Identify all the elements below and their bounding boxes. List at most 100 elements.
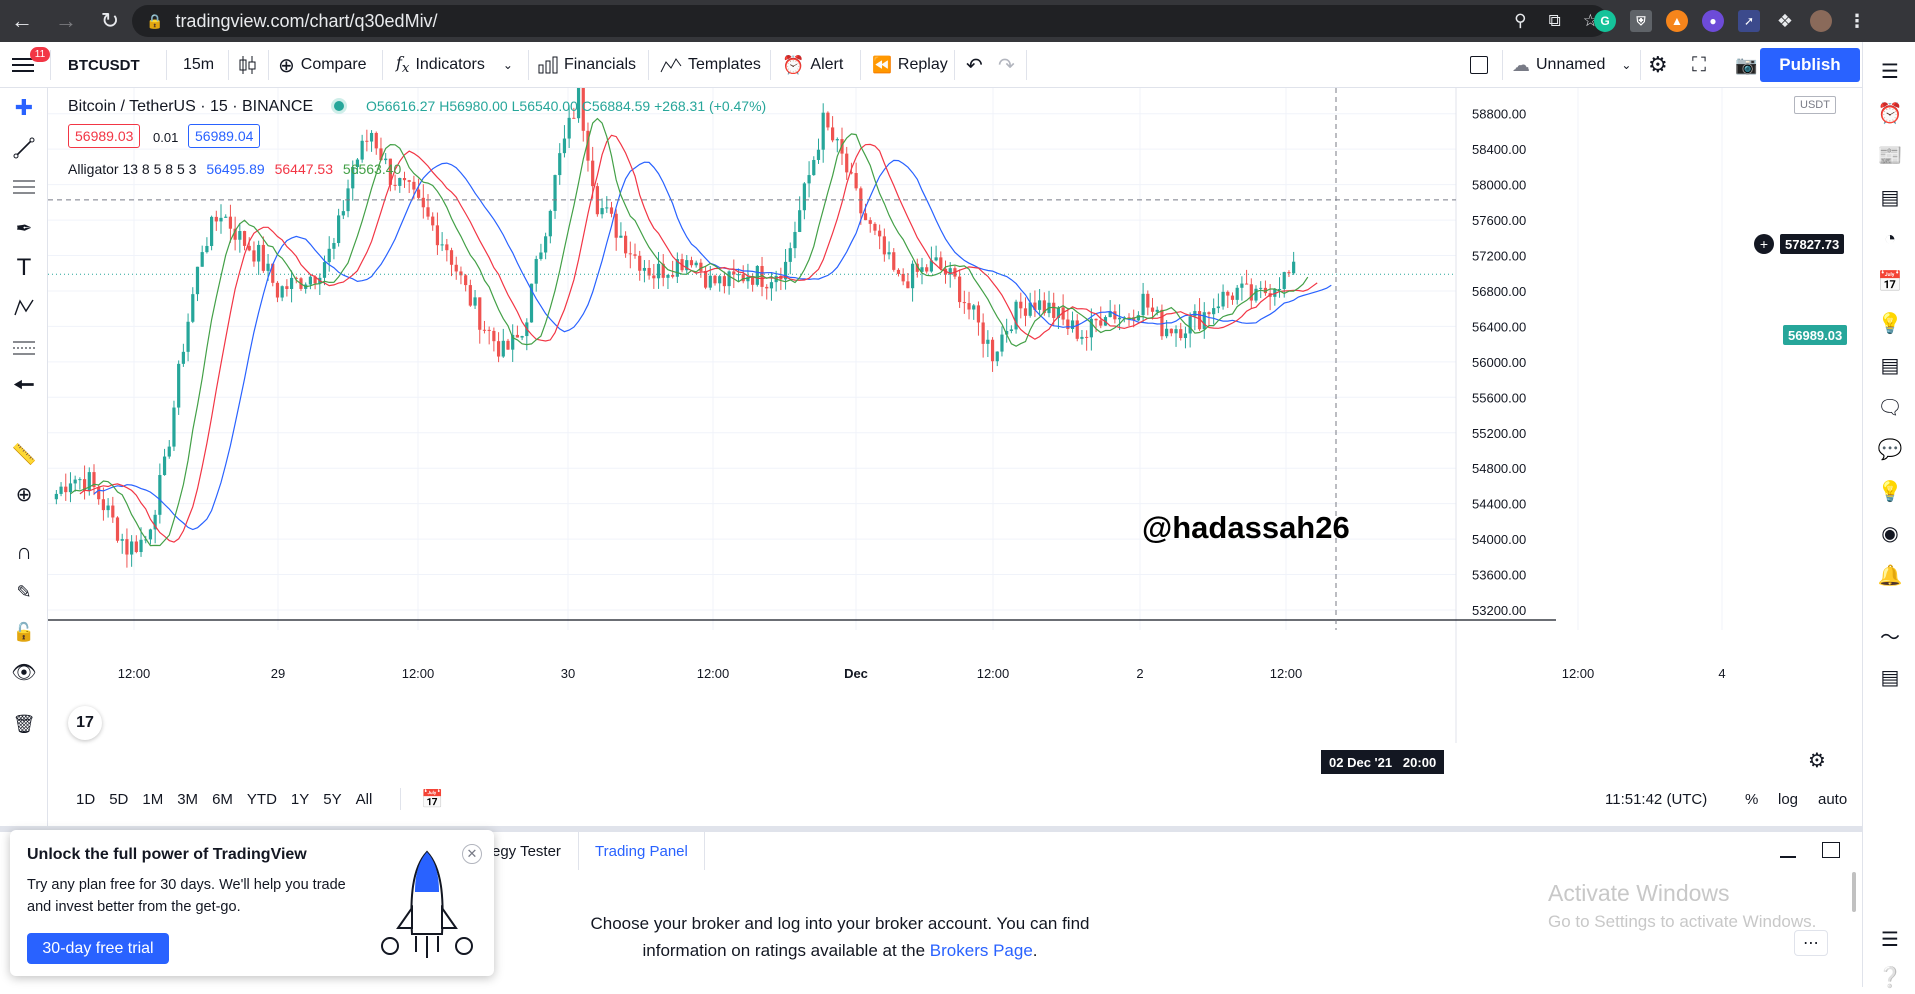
- hotlist-icon[interactable]: ◔: [1873, 222, 1907, 256]
- undo-icon[interactable]: ↶: [966, 42, 983, 88]
- range-5d[interactable]: 5D: [109, 791, 128, 808]
- chat-bubble-icon[interactable]: 💬: [1873, 432, 1907, 466]
- compare-button[interactable]: ⊕ Compare: [278, 42, 367, 88]
- grammarly-icon[interactable]: G: [1594, 10, 1616, 32]
- candle-body: [765, 286, 769, 289]
- username-annotation[interactable]: @hadassah26: [1142, 510, 1350, 546]
- utc-clock[interactable]: 11:51:42 (UTC): [1605, 791, 1707, 808]
- arrow-left-icon[interactable]: 🠔: [8, 372, 40, 404]
- chevron-down-icon[interactable]: ⌄: [503, 58, 513, 72]
- data-window-icon[interactable]: ▤: [1873, 180, 1907, 214]
- settings-gear-icon[interactable]: ⚙: [1648, 42, 1668, 88]
- forward-icon[interactable]: →: [44, 0, 88, 42]
- percent-toggle[interactable]: %: [1745, 791, 1758, 808]
- auto-toggle[interactable]: auto: [1818, 791, 1847, 808]
- tab-strategy-tester[interactable]: egy Tester: [492, 832, 561, 870]
- text-icon[interactable]: T: [8, 252, 40, 284]
- minds-icon[interactable]: ▤: [1873, 348, 1907, 382]
- buy-price-button[interactable]: 56989.04: [188, 124, 261, 148]
- promo-close-icon[interactable]: ✕: [462, 844, 482, 864]
- templates-button[interactable]: Templates: [660, 42, 761, 88]
- tradingview-logo[interactable]: 17: [68, 706, 102, 740]
- axis-settings-gear-icon[interactable]: ⚙: [1808, 748, 1826, 773]
- price-chart[interactable]: 58800.00 58400.00 58000.00 57600.00 57200.00…: [48, 88, 1862, 743]
- horizontal-lines-icon[interactable]: [8, 172, 40, 204]
- alert-button[interactable]: ⏰ Alert: [782, 42, 843, 88]
- more-options-icon[interactable]: ⋯: [1794, 930, 1828, 956]
- scrollbar[interactable]: [1852, 872, 1856, 912]
- puzzle-extensions-icon[interactable]: ❖: [1774, 10, 1796, 32]
- range-all[interactable]: All: [356, 791, 373, 808]
- screener-icon[interactable]: ▤: [1873, 660, 1907, 694]
- y-tick-label: 58000.00: [1472, 178, 1526, 193]
- free-trial-button[interactable]: 30-day free trial: [27, 933, 169, 964]
- extension-face-icon[interactable]: ●: [1702, 10, 1724, 32]
- brokers-page-link[interactable]: Brokers Page: [930, 941, 1033, 960]
- add-price-plus-icon[interactable]: +: [1754, 234, 1774, 254]
- range-1m[interactable]: 1M: [142, 791, 163, 808]
- prediction-icon[interactable]: [8, 332, 40, 364]
- eye-icon[interactable]: 👁: [8, 656, 40, 688]
- indicators-button[interactable]: fx Indicators ⌄: [396, 42, 513, 88]
- news-icon[interactable]: 📰: [1873, 138, 1907, 172]
- tab-trading-panel[interactable]: Trading Panel: [578, 832, 705, 870]
- reload-icon[interactable]: ↻: [88, 0, 132, 42]
- log-toggle[interactable]: log: [1778, 791, 1798, 808]
- trash-icon[interactable]: 🗑: [8, 708, 40, 740]
- browser-menu-icon[interactable]: ⋮: [1846, 10, 1868, 32]
- range-5y[interactable]: 5Y: [323, 791, 341, 808]
- magnet-icon[interactable]: ∩: [8, 536, 40, 568]
- candle-body: [501, 340, 505, 357]
- publish-button[interactable]: Publish: [1760, 48, 1860, 82]
- unlock-icon[interactable]: 🔓: [8, 616, 40, 648]
- redo-icon[interactable]: ↷: [998, 42, 1015, 88]
- candles-style-button[interactable]: [236, 42, 258, 88]
- address-bar[interactable]: 🔒 tradingview.com/chart/q30edMiv/ ⚲ ⧉ ☆: [132, 5, 1608, 37]
- range-6m[interactable]: 6M: [212, 791, 233, 808]
- profile-avatar[interactable]: [1810, 10, 1832, 32]
- pattern-icon[interactable]: [8, 292, 40, 324]
- idea-stream-icon[interactable]: 💡: [1873, 474, 1907, 508]
- trend-line-icon[interactable]: [8, 132, 40, 164]
- currency-label[interactable]: USDT: [1794, 96, 1836, 114]
- metamask-icon[interactable]: ▲: [1666, 10, 1688, 32]
- layers-icon[interactable]: ☰: [1873, 922, 1907, 956]
- chat-icon[interactable]: 🗨: [1873, 390, 1907, 424]
- financials-button[interactable]: Financials: [538, 42, 636, 88]
- maximize-icon[interactable]: [1822, 842, 1840, 858]
- watchlist-icon[interactable]: ☰: [1873, 54, 1907, 88]
- ideas-bulb-icon[interactable]: 💡: [1873, 306, 1907, 340]
- ruler-icon[interactable]: 📏: [8, 438, 40, 470]
- y-tick-label: 56000.00: [1472, 355, 1526, 370]
- interval-button[interactable]: 15m: [183, 42, 214, 88]
- fullscreen-icon[interactable]: ⛶: [1692, 42, 1706, 88]
- symbol-search-button[interactable]: BTCUSDT: [68, 42, 140, 88]
- lock-pencil-icon[interactable]: ✎: [8, 576, 40, 608]
- chart-pane[interactable]: 58800.00 58400.00 58000.00 57600.00 57200.00…: [48, 88, 1862, 743]
- share-icon[interactable]: ⧉: [1549, 11, 1561, 31]
- notifications-bell-icon[interactable]: 🔔: [1873, 558, 1907, 592]
- cursor-extension-icon[interactable]: ➚: [1738, 10, 1760, 32]
- brush-icon[interactable]: ✒: [8, 212, 40, 244]
- goto-date-icon[interactable]: 📅: [421, 789, 443, 810]
- pattern-chart-icon[interactable]: 〜: [1873, 618, 1907, 652]
- range-3m[interactable]: 3M: [177, 791, 198, 808]
- shield-extension-icon[interactable]: ⛨: [1630, 10, 1652, 32]
- zoom-icon[interactable]: ⚲: [1514, 11, 1526, 31]
- layout-name-button[interactable]: ☁ Unnamed ⌄: [1512, 42, 1631, 88]
- calendar-icon[interactable]: 📅: [1873, 264, 1907, 298]
- replay-button[interactable]: ⏪ Replay: [872, 42, 948, 88]
- help-icon[interactable]: ❔: [1873, 960, 1907, 994]
- camera-icon[interactable]: 📷: [1735, 42, 1757, 88]
- range-ytd[interactable]: YTD: [247, 791, 277, 808]
- back-icon[interactable]: ←: [0, 0, 44, 42]
- range-1d[interactable]: 1D: [76, 791, 95, 808]
- zoom-in-icon[interactable]: ⊕: [8, 478, 40, 510]
- sell-price-button[interactable]: 56989.03: [68, 124, 141, 148]
- streams-icon[interactable]: ◉: [1873, 516, 1907, 550]
- layout-select-button[interactable]: [1470, 42, 1488, 88]
- range-1y[interactable]: 1Y: [291, 791, 309, 808]
- crosshair-icon[interactable]: ✚: [8, 92, 40, 124]
- minimize-icon[interactable]: [1780, 856, 1796, 858]
- alarm-icon[interactable]: ⏰: [1873, 96, 1907, 130]
